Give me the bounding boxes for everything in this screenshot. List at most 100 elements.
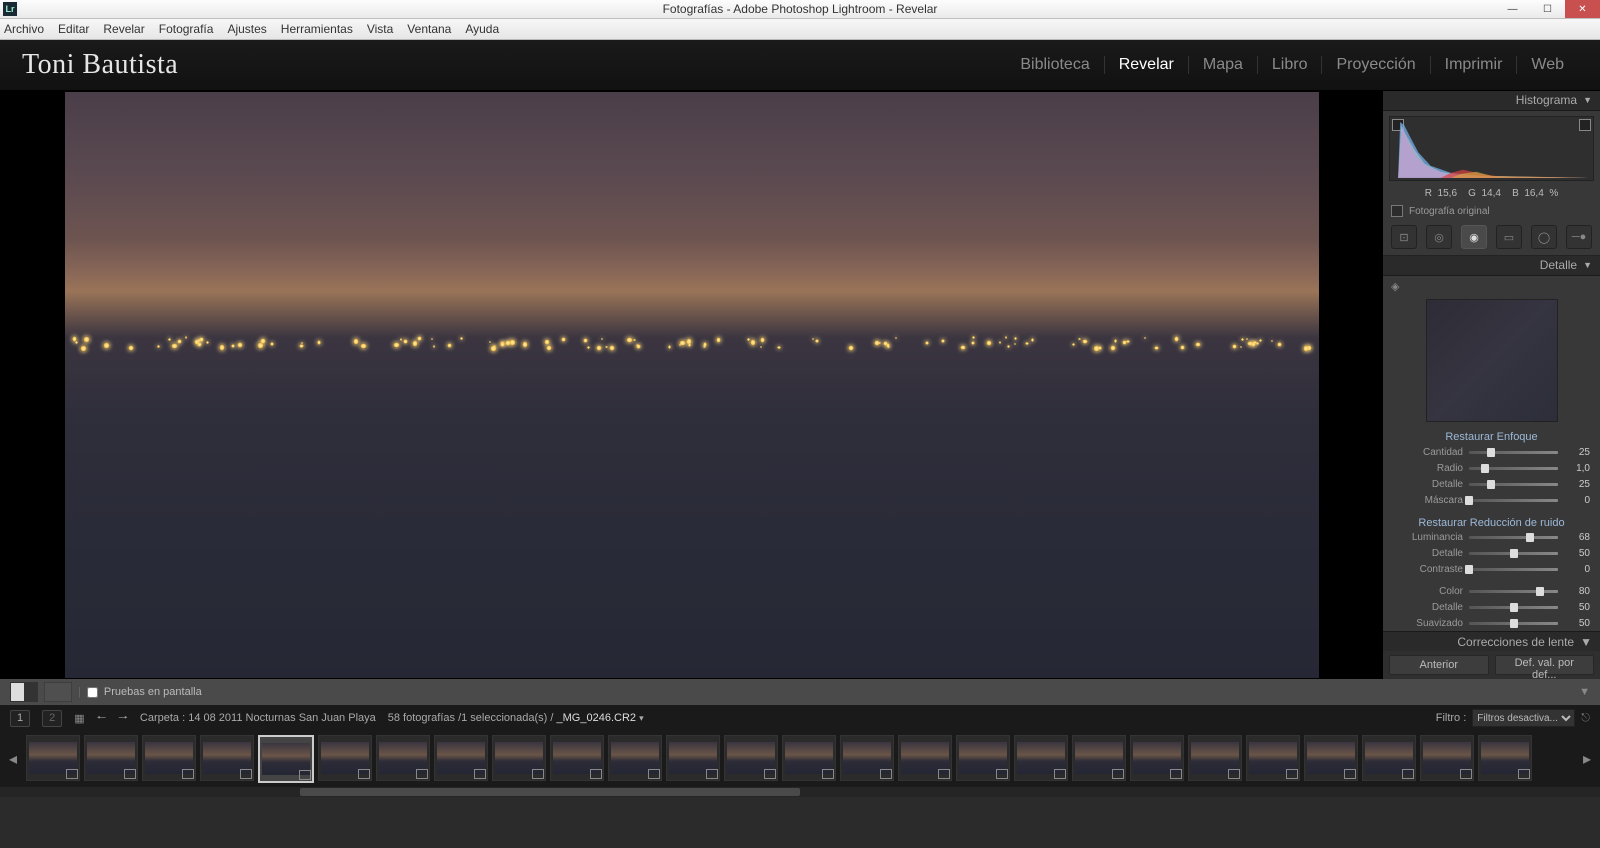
thumbnail[interactable] [200,735,254,781]
maximize-button[interactable]: ☐ [1530,0,1565,18]
colornoise-detalle-slider[interactable] [1469,606,1558,609]
colornoise-suavizado-row: Suavizado50 [1383,615,1600,631]
menu-herramientas[interactable]: Herramientas [281,22,353,36]
thumbnail[interactable] [1188,735,1242,781]
previous-button[interactable]: Anterior [1389,655,1489,675]
thumbnail[interactable] [318,735,372,781]
thumbnail[interactable] [376,735,430,781]
window-title: Fotografías - Adobe Photoshop Lightroom … [663,2,938,16]
thumbnail[interactable] [26,735,80,781]
thumbnail[interactable] [840,735,894,781]
module-imprimir[interactable]: Imprimir [1431,56,1518,74]
nav-back-icon[interactable]: 🠐 [97,709,107,728]
soft-proof-checkbox[interactable] [87,687,98,698]
close-button[interactable]: ✕ [1565,0,1600,18]
menu-ajustes[interactable]: Ajustes [227,22,266,36]
sharpen-detalle-slider[interactable] [1469,483,1558,486]
thumbnail[interactable] [1014,735,1068,781]
menu-editar[interactable]: Editar [58,22,89,36]
nav-forward-icon[interactable]: 🠒 [118,709,128,728]
image-canvas[interactable] [0,91,1383,679]
module-libro[interactable]: Libro [1258,56,1323,74]
thumbnail[interactable] [724,735,778,781]
folder-path: Carpeta : 14 08 2011 Nocturnas San Juan … [140,712,376,724]
colornoise-detalle-row: Detalle50 [1383,599,1600,615]
thumbnail[interactable] [1130,735,1184,781]
crop-tool[interactable]: ⊡ [1391,225,1417,249]
photo-count: 58 fotografías /1 seleccionada(s) / _MG_… [388,712,644,724]
sharpen-cantidad-slider[interactable] [1469,451,1558,454]
adjustment-brush-tool[interactable]: ─● [1566,225,1592,249]
menu-fotografía[interactable]: Fotografía [159,22,214,36]
menu-ayuda[interactable]: Ayuda [465,22,499,36]
thumbnail[interactable] [1362,735,1416,781]
thumbnail[interactable] [1478,735,1532,781]
thumbnail[interactable] [898,735,952,781]
redeye-tool[interactable]: ◉ [1461,225,1487,249]
thumbnail[interactable] [1246,735,1300,781]
thumbnail[interactable] [258,735,314,783]
histogram-display[interactable] [1389,116,1594,181]
sharpen-header: Restaurar Enfoque [1383,428,1600,444]
module-biblioteca[interactable]: Biblioteca [1006,56,1104,74]
thumbnail[interactable] [956,735,1010,781]
reset-button[interactable]: Def. val. por def... [1495,655,1595,675]
colornoise-color-slider[interactable] [1469,590,1558,593]
window-titlebar: Lr Fotografías - Adobe Photoshop Lightro… [0,0,1600,19]
module-picker-bar: Toni Bautista BibliotecaRevelarMapaLibro… [0,40,1600,91]
filmstrip-right-icon[interactable]: ▸ [1578,733,1596,785]
minimize-button[interactable]: — [1495,0,1530,18]
grid-view-icon[interactable]: ▦ [74,712,84,725]
sharpen-máscara-slider[interactable] [1469,499,1558,502]
module-revelar[interactable]: Revelar [1105,56,1189,74]
spot-tool[interactable]: ◎ [1426,225,1452,249]
loupe-view-button[interactable] [10,682,38,702]
thumbnail[interactable] [434,735,488,781]
filmstrip: ◂ ▸ [0,731,1600,787]
colornoise-color-row: Color80 [1383,583,1600,599]
filmstrip-scrollbar[interactable] [0,787,1600,797]
thumbnail[interactable] [1420,735,1474,781]
radial-filter-tool[interactable]: ◯ [1531,225,1557,249]
sharpen-radio-slider[interactable] [1469,467,1558,470]
noise-luminancia-slider[interactable] [1469,536,1558,539]
menu-archivo[interactable]: Archivo [4,22,44,36]
module-mapa[interactable]: Mapa [1189,56,1258,74]
lens-corrections-header[interactable]: Correcciones de lente▼ [1383,631,1600,651]
colornoise-suavizado-slider[interactable] [1469,622,1558,625]
menu-bar: Archivo Editar Revelar Fotografía Ajustes Her… [0,19,1600,40]
thumbnail[interactable] [608,735,662,781]
noise-contraste-slider[interactable] [1469,568,1558,571]
original-checkbox[interactable] [1391,205,1403,217]
original-photo-row[interactable]: Fotografía original [1383,201,1600,221]
noise-luminancia-row: Luminancia68 [1383,530,1600,546]
filter-lock-icon[interactable]: ⎋ [1581,712,1590,725]
thumbnail[interactable] [84,735,138,781]
thumbnail[interactable] [550,735,604,781]
thumbnail[interactable] [1304,735,1358,781]
noise-detalle-slider[interactable] [1469,552,1558,555]
module-web[interactable]: Web [1517,56,1578,74]
menu-revelar[interactable]: Revelar [103,22,144,36]
thumbnail[interactable] [142,735,196,781]
detail-preview[interactable] [1426,299,1558,422]
menu-ventana[interactable]: Ventana [407,22,451,36]
detail-header[interactable]: Detalle▼ [1383,256,1600,276]
thumbnail[interactable] [492,735,546,781]
filter-select[interactable]: Filtros desactiva... [1472,709,1575,727]
graduated-filter-tool[interactable]: ▭ [1496,225,1522,249]
filmstrip-left-icon[interactable]: ◂ [4,733,22,785]
menu-vista[interactable]: Vista [367,22,393,36]
filmstrip-info-bar: 1 2 ▦ 🠐 🠒 Carpeta : 14 08 2011 Nocturnas… [0,705,1600,731]
thumbnail[interactable] [1072,735,1126,781]
module-proyección[interactable]: Proyección [1322,56,1430,74]
before-after-button[interactable] [44,682,72,702]
histogram-header[interactable]: Histograma▼ [1383,91,1600,111]
detail-target-icon[interactable]: ◈ [1391,280,1399,293]
monitor-1-button[interactable]: 1 [10,710,30,727]
preview-image [65,92,1319,678]
toolbar-menu-icon[interactable]: ▼ [1579,686,1590,698]
thumbnail[interactable] [782,735,836,781]
thumbnail[interactable] [666,735,720,781]
monitor-2-button[interactable]: 2 [42,710,62,727]
